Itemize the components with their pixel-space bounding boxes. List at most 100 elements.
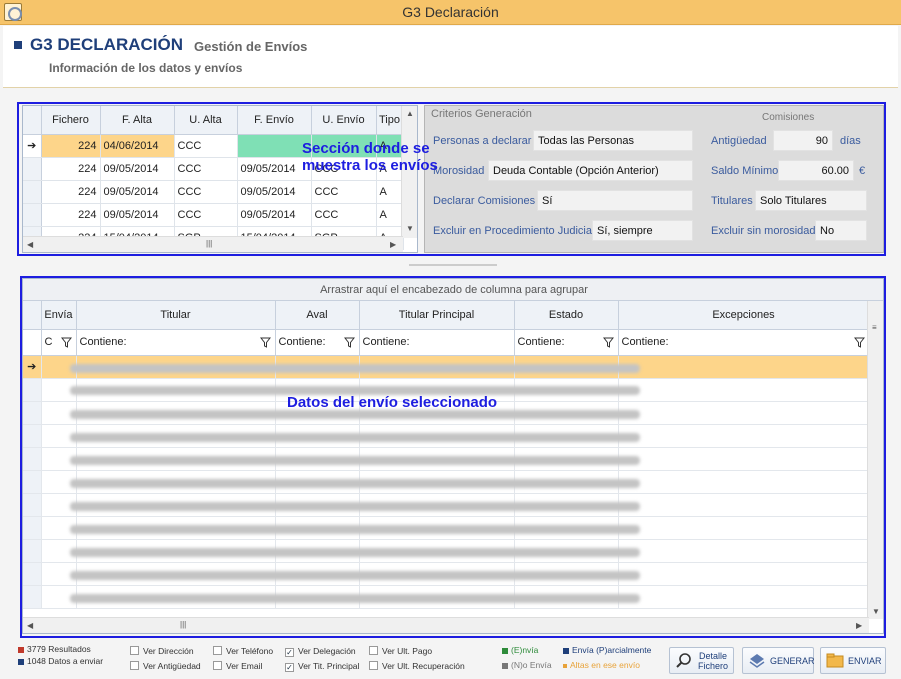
check-ver-ult-recuperacion[interactable]: Ver Ult. Recuperación	[369, 661, 465, 671]
cell-fichero[interactable]: 224	[41, 157, 101, 181]
cell-f-envio[interactable]: 09/05/2014	[237, 180, 312, 204]
antiguedad-field[interactable]: 90	[773, 130, 833, 151]
cell-f-alta[interactable]: 04/06/2014	[100, 134, 175, 158]
declarar-comisiones-field[interactable]: Sí	[537, 190, 693, 211]
redacted-row	[70, 502, 640, 511]
cell-f-alta[interactable]: 09/05/2014	[100, 203, 175, 227]
navy-square-icon	[563, 647, 569, 654]
col-header-titular-principal[interactable]: Titular Principal	[359, 301, 515, 330]
scroll-down-icon[interactable]: ▼	[872, 607, 880, 616]
cell-f-alta[interactable]: 09/05/2014	[100, 157, 175, 181]
scroll-grip-icon[interactable]: |||	[206, 239, 212, 248]
check-ver-ult-pago[interactable]: Ver Ult. Pago	[369, 646, 432, 656]
scroll-left-icon[interactable]: ◀	[27, 240, 33, 249]
datos-header-row: Envía Titular Aval Titular Principal Est…	[23, 301, 870, 330]
col-header-envia[interactable]: Envía	[41, 301, 77, 330]
table-row[interactable]: 224 09/05/2014 CCC 09/05/2014 CCC A	[23, 203, 404, 227]
scroll-right-icon[interactable]: ▶	[856, 621, 862, 630]
page-description: Información de los datos y envíos	[49, 61, 243, 75]
page-title: G3 DECLARACIÓN	[30, 35, 184, 54]
check-ver-telefono[interactable]: Ver Teléfono	[213, 646, 273, 656]
envios-horizontal-scrollbar[interactable]: ◀ ||| ▶	[23, 236, 403, 252]
detalle-fichero-button[interactable]: Detalle Fichero	[669, 647, 734, 674]
cell-u-alta[interactable]: CCC	[174, 180, 238, 204]
scroll-down-icon[interactable]: ▼	[406, 224, 414, 233]
generar-button[interactable]: GENERAR	[742, 647, 815, 674]
saldo-minimo-field[interactable]: 60.00	[778, 160, 854, 181]
redacted-row	[70, 479, 640, 488]
cell-f-envio[interactable]	[237, 134, 312, 158]
col-header-u-alta[interactable]: U. Alta	[174, 106, 238, 135]
col-header-estado[interactable]: Estado	[514, 301, 619, 330]
cell-fichero[interactable]: 224	[41, 203, 101, 227]
check-ver-delegacion[interactable]: ✓ Ver Delegación	[285, 646, 356, 657]
datos-grid[interactable]: Arrastrar aquí el encabezado de columna …	[22, 278, 884, 634]
filter-funnel-icon[interactable]	[259, 337, 271, 348]
cell-f-alta[interactable]: 09/05/2014	[100, 180, 175, 204]
datos-vertical-scrollbar[interactable]: ≡ ▼	[867, 301, 883, 619]
group-by-bar[interactable]: Arrastrar aquí el encabezado de columna …	[23, 279, 883, 301]
filter-funnel-icon[interactable]	[343, 337, 355, 348]
cell-fichero[interactable]: 224	[41, 134, 101, 158]
title-bar: G3 Declaración	[0, 0, 901, 25]
personas-field[interactable]: Todas las Personas	[533, 130, 693, 151]
redacted-row	[70, 571, 640, 580]
cell-f-envio[interactable]: 09/05/2014	[237, 203, 312, 227]
filter-funnel-icon[interactable]	[60, 337, 72, 348]
filter-funnel-icon[interactable]	[853, 337, 865, 348]
col-header-aval[interactable]: Aval	[275, 301, 360, 330]
scroll-grip-icon[interactable]: ≡	[872, 323, 877, 332]
scroll-left-icon[interactable]: ◀	[27, 621, 33, 630]
filter-excepciones[interactable]: Contiene:	[618, 329, 870, 356]
col-header-fichero[interactable]: Fichero	[41, 106, 101, 135]
cell-tipo[interactable]: A	[376, 203, 404, 227]
check-ver-antiguedad[interactable]: Ver Antigüedad	[130, 661, 201, 671]
table-row[interactable]: 224 09/05/2014 CCC 09/05/2014 CCC A	[23, 180, 404, 204]
col-header-titular[interactable]: Titular	[76, 301, 276, 330]
cell-u-alta[interactable]: CCC	[174, 203, 238, 227]
check-ver-direccion[interactable]: Ver Dirección	[130, 646, 194, 656]
filter-titular-principal[interactable]: Contiene:	[359, 329, 515, 356]
col-header-f-alta[interactable]: F. Alta	[100, 106, 175, 135]
cell-fichero[interactable]: 224	[41, 180, 101, 204]
antiguedad-unit: días	[840, 135, 861, 147]
check-ver-email[interactable]: Ver Email	[213, 661, 262, 671]
excluir-sin-morosidad-field[interactable]: No	[815, 220, 867, 241]
legend-parcial: Envía (P)arcialmente	[563, 645, 651, 655]
titulares-field[interactable]: Solo Titulares	[755, 190, 867, 211]
cell-tipo[interactable]: A	[376, 180, 404, 204]
legend-no-envia: (N)o Envía	[502, 660, 552, 670]
cell-u-envio[interactable]: CCC	[311, 180, 377, 204]
check-ver-tit-principal[interactable]: ✓ Ver Tit. Principal	[285, 661, 359, 672]
filter-estado[interactable]: Contiene:	[514, 329, 619, 356]
scroll-grip-icon[interactable]: |||	[180, 620, 186, 629]
window-title: G3 Declaración	[402, 4, 499, 20]
redacted-row	[70, 548, 640, 557]
cell-u-envio[interactable]: CCC	[311, 203, 377, 227]
cell-f-envio[interactable]: 09/05/2014	[237, 157, 312, 181]
cell-u-alta[interactable]: CCC	[174, 134, 238, 158]
envios-grid[interactable]: Fichero F. Alta U. Alta F. Envío U. Enví…	[22, 105, 418, 253]
row-pointer-icon: ➔	[23, 355, 42, 379]
excluir-judicial-field[interactable]: Sí, siempre	[592, 220, 693, 241]
titulares-label: Titulares	[711, 195, 753, 207]
cell-u-alta[interactable]: CCC	[174, 157, 238, 181]
col-header-excepciones[interactable]: Excepciones	[618, 301, 870, 330]
col-header-tipo[interactable]: Tipo	[376, 106, 404, 135]
datos-enviar-count: 1048 Datos a enviar	[18, 656, 103, 666]
page-header: G3 DECLARACIÓN Gestión de Envíos Informa…	[3, 26, 898, 88]
enviar-button[interactable]: ENVIAR	[820, 647, 886, 674]
filter-titular[interactable]: Contiene:	[76, 329, 276, 356]
col-header-f-envio[interactable]: F. Envío	[237, 106, 312, 135]
scroll-right-icon[interactable]: ▶	[390, 240, 396, 249]
filter-envia[interactable]: C	[41, 329, 77, 356]
morosidad-field[interactable]: Deuda Contable (Opción Anterior)	[488, 160, 693, 181]
header-bullet-icon	[14, 41, 22, 49]
splitter-handle[interactable]	[409, 264, 497, 266]
col-header-u-envio[interactable]: U. Envío	[311, 106, 377, 135]
datos-horizontal-scrollbar[interactable]: ◀ ||| ▶	[23, 617, 869, 633]
folder-send-icon	[826, 653, 844, 668]
scroll-up-icon[interactable]: ▲	[406, 109, 414, 118]
filter-aval[interactable]: Contiene:	[275, 329, 360, 356]
filter-funnel-icon[interactable]	[602, 337, 614, 348]
